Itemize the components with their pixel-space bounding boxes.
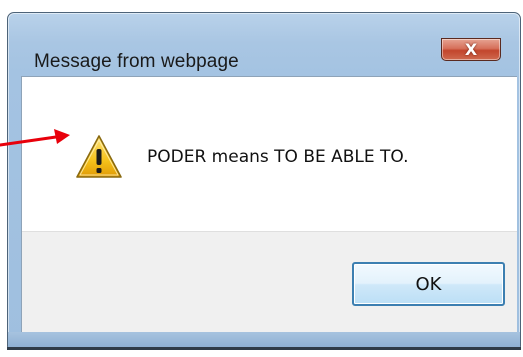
window-bottom-edge: [7, 347, 521, 350]
close-icon: X: [464, 39, 478, 59]
message-area: PODER means TO BE ABLE TO.: [22, 77, 517, 231]
window-bottom-border: [8, 332, 520, 347]
dialog-client-area: PODER means TO BE ABLE TO. OK: [21, 76, 517, 332]
dialog-message: PODER means TO BE ABLE TO.: [147, 147, 409, 167]
warning-icon: [76, 135, 122, 178]
title-bar[interactable]: Message from webpage X: [8, 13, 518, 75]
annotation-arrow-icon: [0, 129, 70, 147]
screenshot: Message from webpage X PODER means TO BE…: [0, 0, 523, 357]
window-title: Message from webpage: [34, 51, 239, 72]
close-button[interactable]: X: [441, 38, 501, 61]
ok-button[interactable]: OK: [352, 262, 505, 306]
